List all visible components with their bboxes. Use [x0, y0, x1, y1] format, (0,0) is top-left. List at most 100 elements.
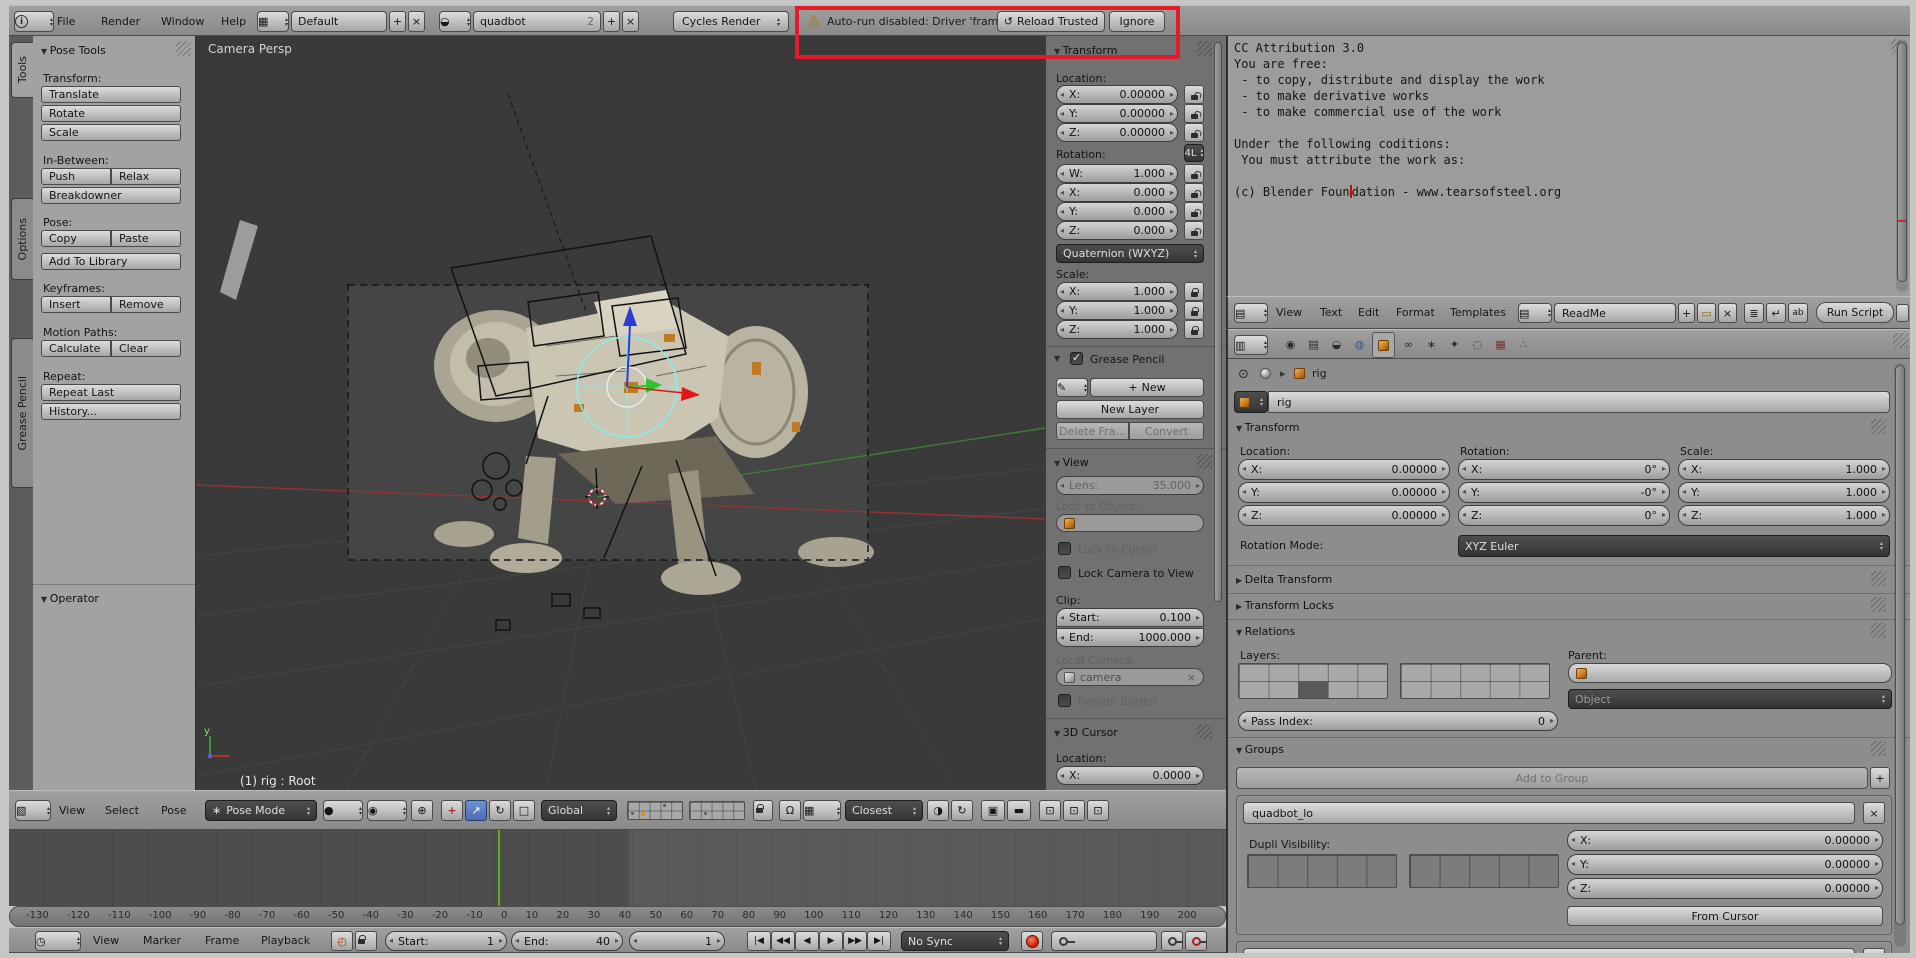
text-line[interactable]: - to make commercial use of the work — [1234, 104, 1545, 120]
location-z-field[interactable]: Z:0.00000 — [1056, 123, 1178, 142]
text-cursor-line[interactable]: (c) Blender Foundation - www.tearsofstee… — [1234, 184, 1561, 200]
lock-rotation-y-button[interactable] — [1184, 202, 1204, 221]
render-opengl-anim-button[interactable]: ▬ — [1007, 800, 1031, 821]
tab-particles[interactable]: ∴ — [1513, 334, 1534, 356]
calculate-paths-button[interactable]: Calculate — [41, 340, 111, 357]
playback-realtime-button[interactable]: ◴ — [331, 931, 353, 951]
tab-constraints[interactable]: ∞ — [1398, 334, 1419, 356]
playback-button[interactable]: ◀ — [795, 931, 819, 951]
current-frame-field[interactable]: 1 — [629, 931, 725, 951]
menu-marker[interactable]: Marker — [143, 934, 181, 947]
scene-name-field[interactable]: quadbot2 — [473, 11, 601, 32]
menu-file[interactable]: File — [57, 15, 75, 28]
tab-texture[interactable]: ▦ — [1490, 334, 1511, 356]
viewport-3d[interactable]: Camera Persp y (1) rig : Root — [196, 36, 1045, 790]
location-x-field[interactable]: X:0.00000 — [1238, 459, 1450, 480]
render-border-checkbox[interactable] — [1058, 694, 1071, 707]
menu-view[interactable]: View — [93, 934, 119, 947]
3d-cursor-panel-header[interactable]: 3D Cursor — [1054, 726, 1118, 739]
group-offset-z-field[interactable]: Z:0.00000 — [1567, 878, 1883, 899]
render-engine-select[interactable]: Cycles Render — [673, 11, 789, 32]
properties-scrollbar-track[interactable] — [1894, 363, 1906, 947]
syntax-highlight-toggle[interactable]: ab — [1788, 303, 1808, 323]
text-line[interactable] — [1234, 168, 1545, 184]
text-line[interactable]: You must attribute the work as: — [1234, 152, 1545, 168]
editor-type-button[interactable]: ▤ — [1234, 303, 1268, 323]
parent-object-field[interactable] — [1568, 663, 1892, 683]
lock-scale-y-button[interactable] — [1184, 301, 1204, 320]
tab-tools[interactable]: Tools — [11, 42, 33, 98]
dupli-layers-widget-2[interactable] — [1409, 854, 1559, 888]
rotate-button[interactable]: Rotate — [41, 105, 181, 122]
pose-tools-panel-header[interactable]: Pose Tools — [41, 44, 106, 57]
area-corner-grip[interactable] — [1893, 333, 1908, 348]
insert-keyframes-button[interactable] — [1161, 931, 1183, 951]
scale-z-field[interactable]: Z:1.000 — [1678, 505, 1890, 526]
remove-group-button[interactable]: × — [1863, 948, 1885, 953]
active-keying-set-field[interactable] — [1051, 931, 1157, 951]
rotation-z-field[interactable]: Z:0° — [1458, 505, 1670, 526]
tab-scene[interactable]: ◒ — [1326, 334, 1347, 356]
scale-z-field[interactable]: Z:1.000 — [1056, 320, 1178, 339]
rotation-mode-select[interactable]: Quaternion (WXYZ) — [1056, 244, 1204, 263]
scale-manipulator-button[interactable]: □ — [513, 800, 535, 821]
location-y-field[interactable]: Y:0.00000 — [1056, 104, 1178, 123]
snap-normal-button[interactable]: ◑ — [927, 800, 949, 821]
tab-data[interactable]: ∗ — [1421, 334, 1442, 356]
clear-camera-icon[interactable]: × — [1187, 671, 1196, 684]
scale-x-field[interactable]: X:1.000 — [1678, 459, 1890, 480]
operator-panel-header[interactable]: Operator — [41, 592, 99, 605]
local-camera-field[interactable]: camera× — [1056, 668, 1204, 686]
snap-toggle-button[interactable]: Ω — [779, 800, 801, 821]
cursor-x-field[interactable]: X:0.0000 — [1056, 766, 1204, 785]
frame-end-field[interactable]: End:40 — [511, 931, 623, 951]
menu-edit[interactable]: Edit — [1358, 306, 1379, 319]
rotation-mode-select[interactable]: XYZ Euler — [1458, 535, 1890, 557]
text-line[interactable]: - to make derivative works — [1234, 88, 1545, 104]
lock-object-field[interactable] — [1056, 514, 1204, 532]
editor-type-button[interactable]: ▥ — [1234, 335, 1268, 355]
lock-location-x-button[interactable] — [1184, 85, 1204, 104]
text-scrollbar-thumb[interactable] — [1897, 42, 1907, 282]
tab-world[interactable]: ◍ — [1349, 334, 1370, 356]
translate-button[interactable]: Translate — [41, 86, 181, 103]
lock-rotation-x-button[interactable] — [1184, 183, 1204, 202]
add-to-library-button[interactable]: Add To Library — [41, 253, 181, 270]
npanel-scrollbar[interactable] — [1214, 42, 1222, 602]
menu-pose[interactable]: Pose — [161, 804, 186, 817]
paste-pose-icon-button[interactable]: ⊡ — [1063, 800, 1085, 821]
text-scrollbar-track[interactable] — [1896, 40, 1908, 292]
run-script-button[interactable]: Run Script — [1816, 302, 1894, 323]
timeline-tracks[interactable] — [9, 830, 1226, 906]
object-name-field[interactable]: rig — [1268, 391, 1890, 413]
repeat-last-button[interactable]: Repeat Last — [41, 384, 181, 401]
create-group-button[interactable]: + — [1870, 767, 1890, 789]
lock-to-cursor-checkbox[interactable] — [1058, 542, 1071, 555]
menu-render[interactable]: Render — [101, 15, 140, 28]
tab-physics[interactable]: ◌ — [1467, 334, 1488, 356]
menu-playback[interactable]: Playback — [261, 934, 310, 947]
menu-view[interactable]: View — [59, 804, 85, 817]
dupli-layers-widget-1[interactable] — [1247, 854, 1397, 888]
playback-button[interactable]: ▶ — [819, 931, 843, 951]
add-to-group-button[interactable]: Add to Group — [1236, 767, 1868, 789]
editor-type-button[interactable]: i — [14, 11, 54, 32]
layers-widget-1[interactable] — [627, 801, 683, 820]
text-content[interactable]: CC Attribution 3.0You are free: - to cop… — [1234, 40, 1545, 184]
gp-delete-frame-button[interactable]: Delete Fra... — [1056, 422, 1129, 440]
snap-target-select[interactable]: Closest — [845, 800, 923, 821]
rotation-y-field[interactable]: Y:-0° — [1458, 482, 1670, 503]
pivot-point-select[interactable]: ◉ — [367, 800, 407, 821]
menu-frame[interactable]: Frame — [205, 934, 239, 947]
delete-keyframes-button[interactable] — [1185, 931, 1207, 951]
lock-rotation-w-button[interactable] — [1184, 164, 1204, 183]
editor-type-button[interactable]: ▧ — [15, 800, 51, 821]
text-line[interactable]: Under the following coditions: — [1234, 136, 1545, 152]
text-line[interactable] — [1234, 120, 1545, 136]
translate-manipulator-button[interactable]: ↗ — [465, 800, 487, 821]
lock-rotation-z-button[interactable] — [1184, 221, 1204, 240]
clear-paths-button[interactable]: Clear — [111, 340, 181, 357]
scale-button[interactable]: Scale — [41, 124, 181, 141]
grease-pencil-header[interactable]: Grease Pencil — [1090, 353, 1164, 366]
screen-layout-field[interactable]: Default — [291, 11, 387, 32]
